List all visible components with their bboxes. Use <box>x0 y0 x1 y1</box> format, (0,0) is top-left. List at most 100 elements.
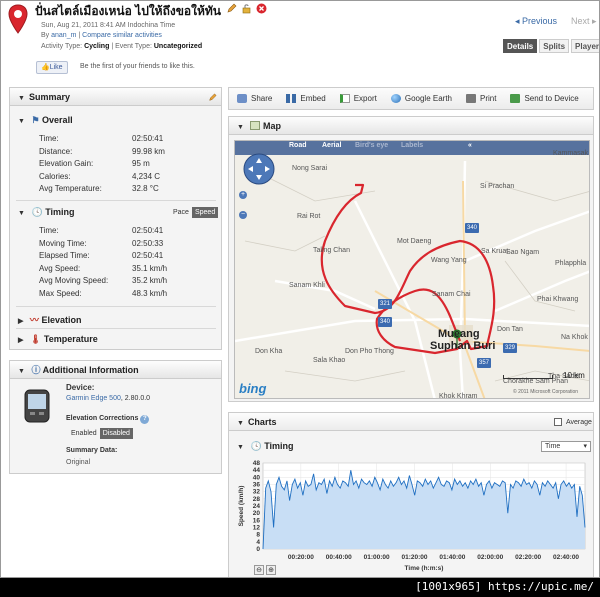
stat-value: 02:50:33 <box>132 238 164 248</box>
summary-data-label: Summary Data: <box>66 447 118 454</box>
previous-activity-link[interactable]: ◂ Previous <box>515 16 557 27</box>
map-place-label: Nong Sarai <box>292 165 328 172</box>
map-tab-road[interactable]: Road <box>289 142 307 149</box>
edit-pencil-icon[interactable] <box>226 3 237 14</box>
collapse-triangle-icon: ▼ <box>18 118 25 125</box>
y-tick-label: 36 <box>253 482 261 489</box>
divider <box>16 306 216 307</box>
scale-bar <box>503 375 553 379</box>
y-tick-label: 8 <box>256 532 260 539</box>
collapse-triangle-icon: ▼ <box>18 95 25 102</box>
map-icon <box>250 121 261 130</box>
y-tick-label: 20 <box>253 510 261 517</box>
chevron-down-icon: ▾ <box>583 443 587 450</box>
x-tick-label: 00:40:00 <box>326 554 352 561</box>
y-tick-label: 24 <box>253 503 261 510</box>
pace-option[interactable]: Pace <box>170 207 192 218</box>
additional-info-header[interactable]: ▼ ⓘ Additional Information <box>10 361 221 379</box>
map-place-label: Sala Khao <box>313 357 346 364</box>
by-prefix: By <box>41 32 50 39</box>
summary-header[interactable]: ▼ Summary <box>10 88 221 106</box>
map-place-label: Sao Ngam <box>506 249 540 256</box>
elevation-section-header[interactable]: ▶ 〰 Elevation <box>18 313 81 326</box>
pace-speed-toggle: Pace Speed <box>170 207 219 218</box>
printer-icon <box>465 94 476 103</box>
export-icon <box>339 94 350 103</box>
bing-logo: bing <box>239 381 267 396</box>
charts-header[interactable]: ▼ Charts <box>229 413 593 431</box>
activity-page: ปั่นสไตล์เมืองเหน่อ ไปให้ถึงขอให้ทัน Sun… <box>0 0 600 578</box>
help-icon[interactable]: ? <box>140 415 150 424</box>
thumbs-up-icon: 👍 <box>41 64 50 71</box>
embed-button[interactable]: Embed <box>286 94 326 103</box>
x-axis-select[interactable]: Time ▾ <box>541 441 591 452</box>
average-checkbox-row: Average <box>554 418 592 426</box>
lock-icon[interactable] <box>241 3 252 14</box>
average-checkbox[interactable] <box>554 418 562 426</box>
compare-activities-link[interactable]: Compare similar activities <box>82 32 162 39</box>
enabled-option[interactable]: Enabled <box>68 428 100 439</box>
map-tab-birds-eye: Bird's eye <box>355 142 389 149</box>
map-tab-aerial[interactable]: Aerial <box>322 142 341 149</box>
title-actions <box>226 3 267 14</box>
activity-byline: By anan_m | Compare similar activities <box>41 32 162 39</box>
map-view[interactable]: Road Aerial Bird's eye Labels « + − Kamm… <box>234 140 590 399</box>
export-button[interactable]: Export <box>339 94 377 103</box>
road-shield: 357 <box>477 358 491 368</box>
y-tick-label: 40 <box>253 474 261 481</box>
map-collapse-button[interactable]: « <box>468 142 472 149</box>
delete-icon[interactable] <box>256 3 267 14</box>
map-place-label: Phai Khwang <box>537 296 579 303</box>
x-tick-label: 01:40:00 <box>439 554 465 561</box>
chart-zoom-icon[interactable]: ⊕ <box>266 565 276 575</box>
tab-player[interactable]: Player <box>571 39 600 53</box>
x-tick-label: 02:00:00 <box>477 554 503 561</box>
share-button[interactable]: Share <box>237 94 272 103</box>
stat-label: Elapsed Time: <box>39 251 90 260</box>
chart-zoom-out-icon[interactable]: ⊖ <box>254 565 264 575</box>
map-pan-control[interactable] <box>243 153 275 185</box>
tab-splits[interactable]: Splits <box>539 39 570 53</box>
google-earth-button[interactable]: Google Earth <box>390 94 452 103</box>
device-link[interactable]: Garmin Edge 500 <box>66 395 121 402</box>
temperature-section-header[interactable]: ▶ 🌡 Temperature <box>18 334 98 345</box>
disabled-option[interactable]: Disabled <box>99 428 133 439</box>
facebook-like-button[interactable]: 👍Like <box>36 61 68 74</box>
collapse-triangle-icon: ▼ <box>237 444 244 451</box>
overall-section-header[interactable]: ▼ ⚑ Overall <box>18 115 73 126</box>
timing-section-header[interactable]: ▼ 🕓 Timing <box>18 207 75 218</box>
map-place-label: Mot Daeng <box>397 238 432 245</box>
send-to-device-button[interactable]: Send to Device <box>510 94 579 103</box>
timing-chart-header[interactable]: ▼ 🕓 Timing <box>237 441 294 452</box>
send-icon <box>510 94 521 103</box>
edit-summary-icon[interactable] <box>208 93 217 102</box>
stat-value: 35.1 km/h <box>132 263 168 273</box>
speed-chart[interactable]: 0481216202428323640444800:20:00 00:40:00 0… <box>233 457 591 578</box>
y-tick-label: 32 <box>253 489 261 496</box>
print-button[interactable]: Print <box>465 94 496 103</box>
map-tab-labels[interactable]: Labels <box>401 142 423 149</box>
device-label: Device: <box>66 383 95 392</box>
y-tick-label: 28 <box>253 496 261 503</box>
speed-option[interactable]: Speed <box>191 207 219 218</box>
stat-value: 02:50:41 <box>132 226 164 235</box>
flag-icon: ⚑ <box>31 115 40 125</box>
map-place-label: Sa Kruat <box>481 248 509 255</box>
x-tick-label: 02:40:00 <box>553 554 579 561</box>
zoom-out-button[interactable]: − <box>239 211 247 219</box>
collapse-triangle-icon: ▼ <box>237 420 244 427</box>
map-place-label: Kammasak <box>553 150 589 157</box>
road-shield: 340 <box>378 317 392 327</box>
user-link[interactable]: anan_m <box>51 32 76 39</box>
zoom-in-button[interactable]: + <box>239 191 247 199</box>
elevation-corrections-toggle: Enabled Disabled <box>68 428 133 439</box>
activity-title[interactable]: ปั่นสไตล์เมืองเหน่อ ไปให้ถึงขอให้ทัน <box>35 2 221 21</box>
map-header[interactable]: ▼ Map <box>229 117 593 135</box>
map-place-label: Don Tan <box>497 326 523 333</box>
stat-value: 02:50:41 <box>132 134 164 143</box>
map-pin-icon <box>8 4 28 34</box>
stat-value: 35.2 km/h <box>132 276 168 285</box>
tab-details[interactable]: Details <box>503 39 538 53</box>
event-type-value: Uncategorized <box>153 43 203 50</box>
map-place-label: Taling Chan <box>313 247 350 254</box>
